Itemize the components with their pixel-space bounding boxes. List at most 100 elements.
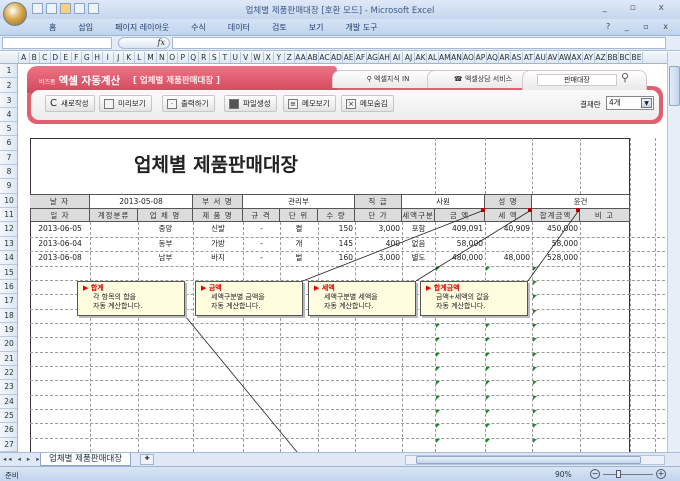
row-header[interactable]: 10 — [0, 194, 17, 209]
ribbon-tab[interactable]: 데이터 — [217, 22, 261, 33]
column-header[interactable]: N — [157, 52, 168, 63]
column-header[interactable]: L — [135, 52, 145, 63]
ribbon-tab[interactable]: 홈 — [38, 22, 67, 33]
ribbon-tab[interactable]: 삽입 — [67, 22, 104, 33]
comment-note[interactable]: ▶ 금액 세액구분별 금액을 자동 계산합니다. — [195, 280, 303, 316]
scroll-thumb[interactable] — [416, 456, 641, 464]
column-header[interactable]: AT — [523, 52, 535, 63]
column-header[interactable]: AD — [331, 52, 343, 63]
row-header[interactable]: 8 — [0, 165, 17, 180]
row-header[interactable]: 3 — [0, 93, 17, 108]
sheet-tab[interactable]: 업체별 제품판매대장 — [40, 453, 132, 466]
column-header[interactable]: S — [210, 52, 220, 63]
column-header[interactable]: E — [61, 52, 72, 63]
column-header[interactable]: AQ — [487, 52, 499, 63]
column-header[interactable]: Z — [285, 52, 295, 63]
zoom-slider[interactable] — [603, 474, 653, 475]
column-header[interactable]: AY — [583, 52, 595, 63]
row-header[interactable]: 1 — [0, 64, 17, 78]
row-header[interactable]: 18 — [0, 309, 17, 323]
column-header[interactable]: Y — [274, 52, 285, 63]
column-header[interactable]: AM — [439, 52, 451, 63]
column-header[interactable]: AE — [343, 52, 355, 63]
column-header[interactable]: AV — [547, 52, 559, 63]
column-header[interactable]: A — [19, 52, 30, 63]
row-header[interactable]: 4 — [0, 108, 17, 122]
row-header[interactable]: 27 — [0, 438, 17, 452]
column-header[interactable]: AJ — [403, 52, 415, 63]
column-header[interactable]: AS — [511, 52, 523, 63]
column-header[interactable]: AB — [307, 52, 319, 63]
column-header[interactable]: BE — [631, 52, 643, 63]
select-all-corner[interactable] — [0, 52, 19, 63]
column-header[interactable]: AN — [451, 52, 463, 63]
column-header[interactable]: BC — [619, 52, 631, 63]
ribbon-tab[interactable]: 페이지 레이아웃 — [104, 22, 180, 33]
row-header[interactable]: 13 — [0, 237, 17, 252]
zoom-slider-thumb[interactable] — [616, 470, 621, 478]
row-header[interactable]: 22 — [0, 366, 17, 381]
column-header[interactable]: AP — [475, 52, 487, 63]
column-header[interactable]: P — [178, 52, 189, 63]
column-header[interactable]: F — [72, 52, 82, 63]
row-header[interactable]: 20 — [0, 337, 17, 352]
row-header[interactable]: 16 — [0, 280, 17, 295]
column-header[interactable]: AI — [391, 52, 403, 63]
column-header[interactable]: O — [168, 52, 178, 63]
column-header[interactable]: I — [103, 52, 114, 63]
column-header[interactable]: AA — [295, 52, 307, 63]
column-header[interactable]: J — [114, 52, 124, 63]
window-controls[interactable]: _ ▫ x — [602, 3, 674, 13]
ribbon-tab[interactable]: 보기 — [298, 22, 335, 33]
column-header[interactable]: AO — [463, 52, 475, 63]
insert-sheet-icon[interactable]: ✚ — [140, 454, 154, 465]
column-header[interactable]: AR — [499, 52, 511, 63]
column-header[interactable]: V — [241, 52, 252, 63]
column-header[interactable]: M — [145, 52, 157, 63]
column-header[interactable]: B — [30, 52, 40, 63]
vertical-scrollbar[interactable] — [667, 52, 680, 452]
column-header[interactable]: AW — [559, 52, 571, 63]
help-and-window-controls[interactable]: ? _ ▫ x — [606, 22, 674, 31]
column-header[interactable]: AL — [427, 52, 439, 63]
row-header[interactable]: 6 — [0, 136, 17, 151]
zoom-level[interactable]: 90% — [555, 470, 572, 479]
column-header[interactable]: AU — [535, 52, 547, 63]
zoom-in-icon[interactable]: + — [656, 469, 666, 479]
column-header[interactable]: AF — [355, 52, 367, 63]
row-header[interactable]: 23 — [0, 380, 17, 395]
row-header[interactable]: 2 — [0, 78, 17, 93]
row-header[interactable]: 24 — [0, 395, 17, 409]
column-header[interactable]: K — [124, 52, 135, 63]
zoom-out-icon[interactable]: − — [590, 469, 600, 479]
ribbon-tab[interactable]: 수식 — [180, 22, 217, 33]
column-header[interactable]: C — [40, 52, 51, 63]
name-box[interactable] — [2, 37, 112, 49]
comment-note[interactable]: ▶ 합계금액 금액+세액의 값을 자동 계산합니다. — [420, 280, 528, 316]
column-header[interactable]: AK — [415, 52, 427, 63]
column-header[interactable]: G — [82, 52, 93, 63]
comment-note[interactable]: ▶ 세액 세액구분별 세액을 자동 계산합니다. — [308, 280, 416, 316]
office-button[interactable] — [3, 2, 27, 26]
column-header[interactable]: AH — [379, 52, 391, 63]
ribbon-tab[interactable]: 개발 도구 — [334, 22, 388, 33]
column-header[interactable]: AG — [367, 52, 379, 63]
column-header[interactable]: BB — [607, 52, 619, 63]
row-header[interactable]: 11 — [0, 208, 17, 223]
row-header[interactable]: 21 — [0, 352, 17, 366]
row-header[interactable]: 26 — [0, 423, 17, 438]
column-header[interactable]: AX — [571, 52, 583, 63]
row-header[interactable]: 7 — [0, 151, 17, 166]
row-header[interactable]: 25 — [0, 409, 17, 424]
row-header[interactable]: 9 — [0, 179, 17, 194]
row-header[interactable]: 17 — [0, 294, 17, 309]
column-header[interactable]: R — [199, 52, 210, 63]
horizontal-scrollbar[interactable] — [405, 455, 665, 465]
insert-function-button[interactable]: fx — [118, 37, 170, 49]
column-header[interactable]: U — [231, 52, 241, 63]
comment-note[interactable]: ▶ 합계 각 항목의 합을 자동 계산합니다. — [77, 280, 185, 316]
ribbon-tab[interactable]: 검토 — [261, 22, 298, 33]
column-header[interactable]: T — [220, 52, 231, 63]
column-header[interactable]: Q — [189, 52, 199, 63]
column-header[interactable]: D — [51, 52, 61, 63]
